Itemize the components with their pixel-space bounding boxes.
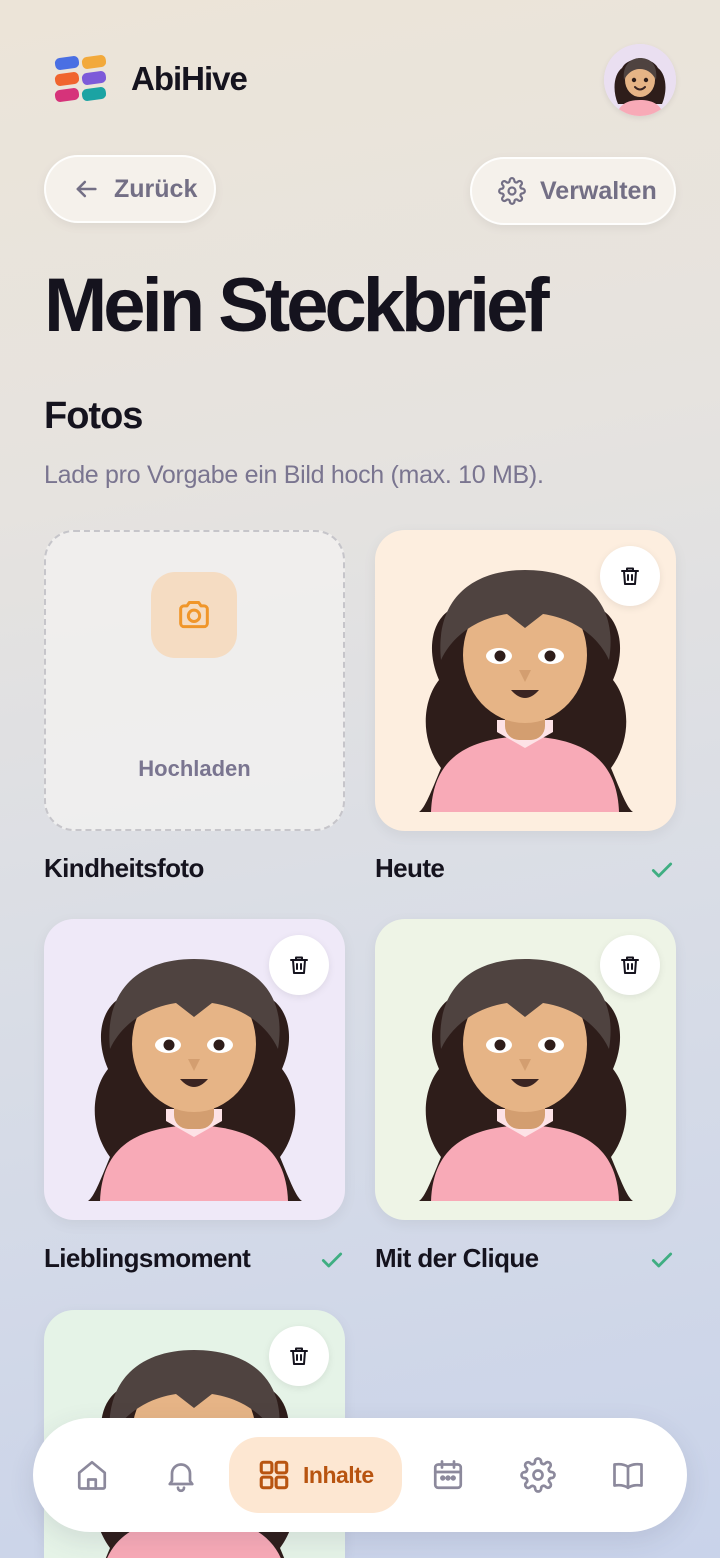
back-button[interactable]: Zurück — [44, 155, 216, 223]
home-icon — [77, 1460, 107, 1490]
manage-button-label: Verwalten — [540, 176, 657, 205]
calendar-icon — [433, 1460, 463, 1490]
nav-settings[interactable] — [516, 1437, 560, 1513]
page-title: Mein Steckbrief — [44, 263, 550, 348]
user-avatar[interactable] — [604, 44, 676, 116]
nav-notifications[interactable] — [159, 1437, 203, 1513]
app-name: AbiHive — [131, 60, 248, 97]
trash-icon — [621, 956, 639, 974]
nav-content-label: Inhalte — [303, 1461, 374, 1488]
bell-icon — [168, 1463, 194, 1493]
gear-icon — [498, 177, 526, 205]
grid-icon — [259, 1460, 289, 1490]
trash-icon — [621, 567, 639, 585]
photo-caption: Mit der Clique — [375, 1243, 539, 1273]
nav-home[interactable] — [70, 1437, 114, 1513]
arrow-left-icon — [76, 180, 97, 198]
nav-guide[interactable] — [606, 1437, 650, 1513]
trash-icon — [290, 956, 308, 974]
upload-label: Hochladen — [138, 756, 251, 781]
photo-tile[interactable] — [44, 919, 345, 1220]
section-title-photos: Fotos — [44, 395, 143, 437]
delete-photo-button[interactable] — [600, 935, 660, 995]
upload-camera-button[interactable] — [151, 572, 237, 658]
check-icon — [651, 1252, 673, 1268]
photo-caption: Heute — [375, 853, 445, 883]
back-button-label: Zurück — [114, 174, 198, 203]
trash-icon — [290, 1347, 308, 1365]
delete-photo-button[interactable] — [269, 935, 329, 995]
check-icon — [651, 862, 673, 878]
camera-icon — [179, 601, 209, 629]
section-subtitle: Lade pro Vorgabe ein Bild hoch (max. 10 … — [44, 461, 544, 489]
photo-tile[interactable] — [375, 919, 676, 1220]
bottom-navigation: Inhalte — [33, 1418, 687, 1532]
book-icon — [613, 1462, 643, 1490]
upload-tile[interactable]: Hochladen — [44, 530, 345, 831]
delete-photo-button[interactable] — [269, 1326, 329, 1386]
delete-photo-button[interactable] — [600, 546, 660, 606]
nav-content[interactable]: Inhalte — [229, 1437, 402, 1513]
manage-button[interactable]: Verwalten — [470, 157, 676, 225]
gear-icon — [520, 1457, 556, 1493]
app-header: AbiHive — [0, 0, 720, 150]
check-icon — [321, 1252, 343, 1268]
photo-caption: Lieblingsmoment — [44, 1243, 251, 1273]
photo-tile[interactable] — [375, 530, 676, 831]
photo-caption: Kindheitsfoto — [44, 853, 204, 883]
abihive-logo-icon — [54, 55, 107, 102]
nav-calendar[interactable] — [426, 1437, 470, 1513]
